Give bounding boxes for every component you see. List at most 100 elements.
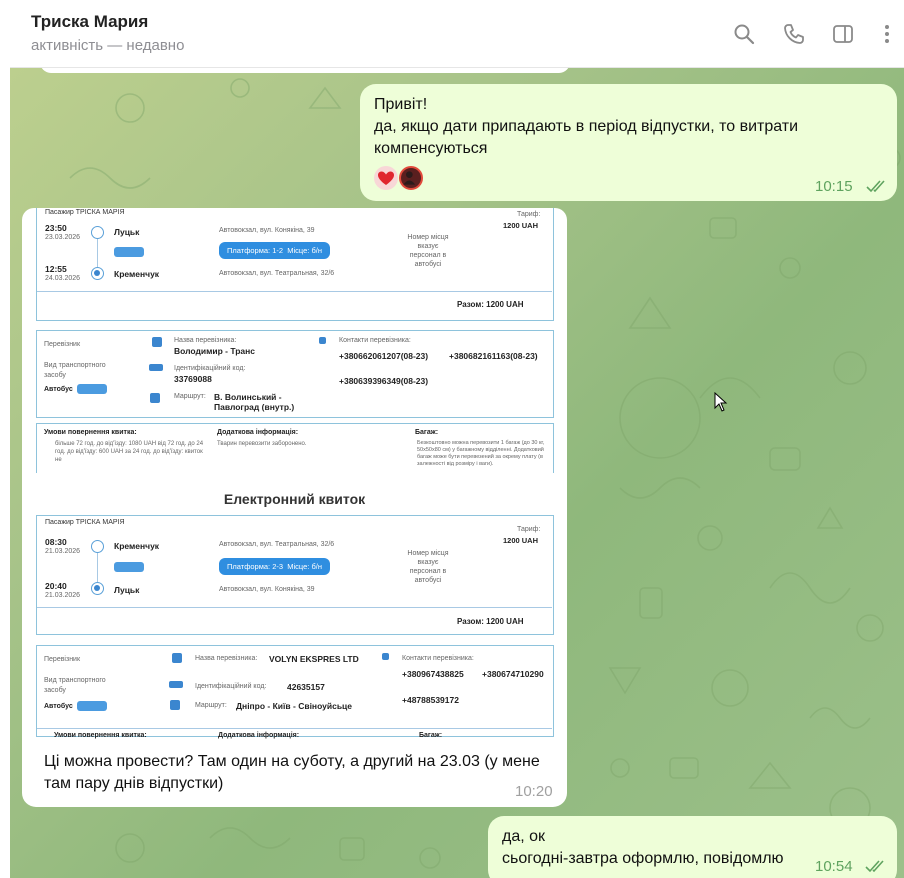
message-time: 10:54 (815, 858, 853, 875)
contact-phone-icon (382, 653, 389, 660)
departure-date: 23.03.2026 (45, 234, 81, 241)
departure-time: 23:50 (45, 223, 67, 233)
message-text: Ці можна провести? Там один на суботу, а… (44, 753, 540, 792)
arrival-date: 21.03.2026 (45, 592, 81, 599)
departure-point-icon (91, 540, 104, 553)
platform-badge: Платформа: 2-3 Місце: б/н (219, 558, 330, 575)
incoming-message-caption[interactable]: Ці можна провести? Там один на суботу, а… (22, 745, 567, 807)
message-text-line: Привіт! (374, 96, 428, 113)
transport-type: Автобус (44, 386, 73, 393)
route-value: В. Волинський - Павлоград (внутр.) (214, 392, 295, 412)
arrival-point-icon (91, 267, 104, 280)
outgoing-message[interactable]: Привіт! да, якщо дати припадають в періо… (360, 84, 897, 201)
seat-note: Номер місця вказує персонал в автобусі (407, 550, 449, 584)
contact-phone-icon (319, 337, 326, 344)
transport-label: Вид транспортного засобу (44, 677, 106, 694)
arrival-point-icon (91, 582, 104, 595)
previous-message-edge (40, 68, 570, 73)
carrier-name: VOLYN EKSPRES LTD (269, 654, 359, 664)
reaction-avatar[interactable] (399, 166, 423, 190)
ticket2-conditions-row: Умови повернення квитка: Додаткова інфор… (36, 728, 554, 745)
ticket1-carrier-box: Перевізник Вид транспортного засобу Авто… (36, 330, 554, 418)
carrier-phone: +380662061207(08-23) (339, 351, 429, 361)
arrival-time: 20:40 (45, 581, 67, 591)
bus-icon (114, 562, 144, 572)
transport-label: Вид транспортного засобу (44, 362, 106, 379)
carrier-phone: +380967438825 (402, 669, 464, 679)
bus-icon (114, 247, 144, 257)
bus-icon (77, 384, 107, 394)
extra-info-label: Додаткова інформація: (218, 732, 300, 739)
arrival-city: Кременчук (114, 269, 160, 279)
search-icon[interactable] (732, 22, 756, 46)
departure-city: Луцьк (114, 227, 140, 237)
ticket2-route-box: Пасажир ТРІСКА МАРІЯ 08:30 21.03.2026 Кр… (36, 515, 554, 635)
extra-info-label: Додаткова інформація: (217, 429, 299, 436)
route-line (97, 239, 98, 267)
extra-info-text: Тварин перевозити заборонено. (217, 441, 307, 447)
departure-station: Автовокзал, вул. Конякіна, 39 (219, 227, 315, 234)
divider (37, 291, 552, 292)
arrival-station: Автовокзал, вул. Конякіна, 39 (219, 586, 315, 593)
divider (37, 607, 552, 608)
carrier-bus-icon (172, 653, 182, 663)
carrier-phone: +380682161163(08-23) (449, 351, 538, 361)
carrier-name-label: Назва перевізника: (195, 655, 258, 662)
departure-date: 21.03.2026 (45, 548, 81, 555)
phone-icon[interactable] (782, 22, 806, 46)
bus-icon (77, 701, 107, 711)
more-icon[interactable] (875, 22, 899, 46)
departure-time: 08:30 (45, 537, 67, 547)
contact-name[interactable]: Триска Мария (31, 12, 148, 32)
id-label: Ідентифікаційний код: (195, 683, 267, 690)
route-line (97, 553, 98, 582)
route-label: Маршрут: (174, 393, 206, 400)
tariff-value: 1200 UAH (503, 221, 539, 230)
arrival-city: Луцьк (114, 585, 140, 595)
return-conditions-label: Умови повернення квитка: (44, 429, 137, 436)
message-time: 10:15 (815, 178, 853, 195)
id-value: 33769088 (174, 374, 212, 384)
return-conditions-label: Умови повернення квитка: (54, 732, 147, 739)
baggage-label: Багаж: (419, 732, 443, 739)
tariff-label: Тариф: (517, 211, 541, 218)
route-label: Маршрут: (195, 702, 227, 709)
chat-header: Триска Мария активність — недавно (10, 0, 904, 68)
platform-text: Платформа: 2-3 (227, 562, 284, 571)
id-label: Ідентифікаційний код: (174, 365, 246, 372)
read-checkmarks-icon (865, 860, 884, 873)
reaction-heart-icon[interactable] (374, 166, 398, 190)
platform-text: Платформа: 1-2 (227, 246, 284, 255)
departure-point-icon (91, 226, 104, 239)
arrival-station: Автовокзал, вул. Театральная, 32/6 (219, 270, 335, 277)
carrier-phone: +380674710290 (482, 669, 544, 679)
chat-area[interactable]: Привіт! да, якщо дати припадають в періо… (10, 68, 904, 878)
ticket1-conditions-box: Умови повернення квитка: більше 72 год. … (36, 423, 554, 473)
arrival-date: 24.03.2026 (45, 275, 81, 282)
carrier-label: Перевізник (44, 341, 81, 348)
carrier-bus-icon (152, 337, 162, 347)
sidebar-toggle-icon[interactable] (831, 22, 855, 46)
ticket-image[interactable]: Пасажир ТРІСКА МАРІЯ 23:50 23.03.2026 Лу… (22, 208, 567, 745)
passenger-name: Пасажир ТРІСКА МАРІЯ (45, 209, 125, 216)
arrival-time: 12:55 (45, 264, 67, 274)
ticket1-route-box: Пасажир ТРІСКА МАРІЯ 23:50 23.03.2026 Лу… (36, 208, 554, 321)
message-time: 10:20 (515, 783, 553, 800)
return-conditions-text: більше 72 год. до від'їзду: 1080 UAH від… (55, 441, 204, 463)
contacts-label: Контакти перевізника: (402, 655, 474, 662)
total-price: Разом: 1200 UAH (457, 617, 524, 626)
tariff-value: 1200 UAH (503, 536, 539, 545)
platform-badge: Платформа: 1-2 Місце: б/н (219, 242, 330, 259)
carrier-label: Перевізник (44, 656, 81, 663)
tariff-label: Тариф: (517, 526, 541, 533)
ticket2-carrier-box: Перевізник Вид транспортного засобу Авто… (36, 645, 554, 737)
baggage-text: Безкоштовно можна перевозити 1 багаж (до… (417, 440, 545, 467)
departure-city: Кременчук (114, 541, 160, 551)
route-icon (150, 393, 160, 403)
outgoing-message[interactable]: да, ок сьогодні-завтра оформлю, повідомл… (488, 816, 897, 878)
seat-note: Номер місця вказує персонал в автобусі (407, 234, 449, 268)
departure-station: Автовокзал, вул. Театральная, 32/6 (219, 541, 335, 548)
carrier-name-label: Назва перевізника: (174, 337, 237, 344)
ticket-title: Електронний квиток (223, 491, 366, 507)
id-card-icon (169, 681, 183, 688)
